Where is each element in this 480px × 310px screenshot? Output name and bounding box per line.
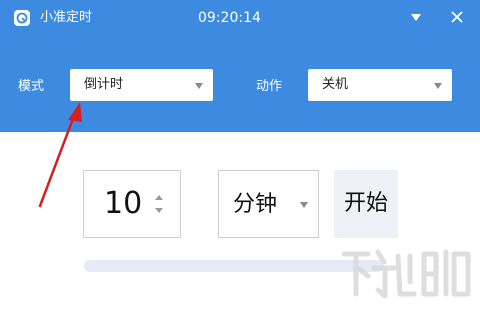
spin-down-icon[interactable] [154,207,164,215]
app-logo-icon [14,10,30,26]
header-panel: 小准定时 09:20:14 模式 倒计时 动作 关机 [0,0,480,132]
duration-value[interactable]: 10 [104,186,142,222]
mode-select[interactable]: 倒计时 [70,69,213,101]
duration-stepper[interactable]: 10 [83,170,181,238]
app-title: 小准定时 [40,10,93,25]
chevron-down-icon [195,83,203,89]
chevron-down-icon [434,83,442,89]
close-button[interactable] [446,8,468,28]
site-watermark-logo [341,249,471,299]
action-select-value: 关机 [322,77,349,92]
start-button[interactable]: 开始 [334,170,398,238]
current-time: 09:20:14 [198,10,261,26]
spin-up-icon[interactable] [154,193,164,201]
triangle-down-icon [411,14,421,21]
mode-label: 模式 [18,79,45,94]
close-icon [451,11,463,23]
action-label: 动作 [256,79,283,94]
chevron-down-icon [300,202,308,208]
mode-select-value: 倒计时 [84,77,124,92]
unit-select-value: 分钟 [233,192,278,217]
unit-select[interactable]: 分钟 [218,170,319,238]
menu-dropdown-button[interactable] [405,8,427,28]
title-bar: 小准定时 09:20:14 [0,0,480,36]
action-select[interactable]: 关机 [308,69,452,101]
